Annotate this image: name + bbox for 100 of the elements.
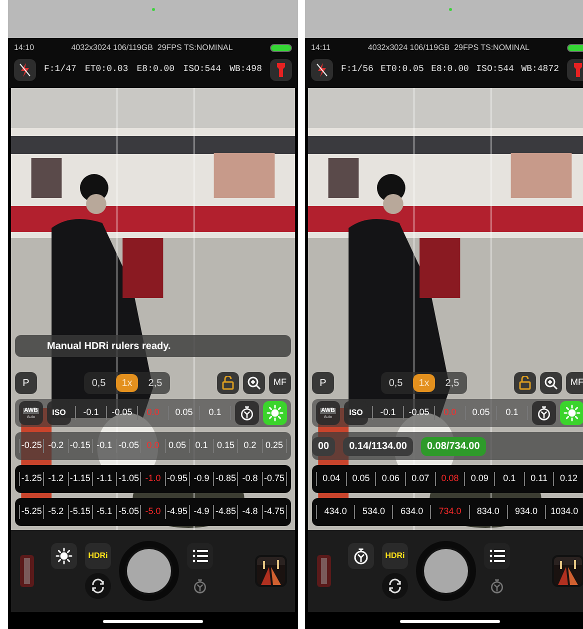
ruler-value[interactable]: -1.2 [43, 472, 68, 486]
stopwatch-icon [239, 405, 255, 421]
ruler-value[interactable]: -1.25 [19, 472, 44, 486]
flash-off-button[interactable] [14, 59, 36, 81]
ruler-value[interactable]: -4.8 [237, 505, 262, 519]
exposure-button[interactable] [263, 401, 287, 425]
mode-button[interactable]: P [312, 372, 334, 394]
value-chip[interactable]: 00 [312, 436, 336, 456]
ruler-value[interactable]: 0.1 [199, 406, 231, 420]
zoom-option[interactable]: 0,5 [86, 374, 112, 392]
ruler-value[interactable]: -0.1 [92, 439, 116, 453]
ruler-value[interactable]: 0.1 [494, 472, 524, 486]
ruler-value[interactable]: -4.95 [164, 505, 189, 519]
zoom-in-button[interactable] [243, 372, 265, 394]
ruler-value[interactable]: -0.2 [43, 439, 68, 453]
lock-button[interactable] [217, 372, 239, 394]
ruler-value[interactable]: 834.0 [468, 505, 507, 519]
ruler-value[interactable]: -4.75 [262, 505, 287, 519]
timer-button[interactable] [532, 401, 556, 425]
ruler-bar[interactable]: 00 0.14/1134.00 0.08/734.00 [312, 432, 583, 460]
ruler-value[interactable]: -5.05 [116, 505, 140, 519]
ruler-bar[interactable]: 434.0 534.0 634.0 734.0 834.0 934.0 1034.0 [312, 498, 583, 526]
zoom-in-button[interactable] [540, 372, 562, 394]
hdr-button[interactable]: HDRi [382, 543, 408, 569]
timer-button[interactable] [235, 401, 259, 425]
zoom-option[interactable]: 2,5 [439, 374, 466, 392]
ruler-value[interactable]: 0.04 [316, 472, 346, 486]
ruler-value[interactable]: 734.0 [430, 505, 469, 519]
ruler-value[interactable]: -5.25 [19, 505, 44, 519]
ruler-value[interactable]: 0.07 [405, 472, 435, 486]
ruler-bar[interactable]: -1.25 -1.2 -1.15 -1.1 -1.05 -1.0 -0.95 -0.9 -0.85 -0.8 -0.75 [15, 465, 291, 493]
ruler-value[interactable]: 1034.0 [544, 505, 583, 519]
ruler-value[interactable]: -0.85 [213, 472, 238, 486]
mode-button[interactable]: P [15, 372, 37, 394]
ruler-value[interactable]: 0.06 [375, 472, 406, 486]
film-roll-icon[interactable] [19, 554, 35, 588]
hdr-button[interactable]: HDRi [85, 543, 111, 569]
ruler-value[interactable]: -5.2 [43, 505, 68, 519]
focus-button[interactable]: MF [566, 372, 583, 394]
ruler-value[interactable]: 0.12 [553, 472, 583, 486]
ruler-value[interactable]: 0.1 [188, 439, 214, 453]
value-chip[interactable]: 0.14/1134.00 [343, 436, 413, 456]
ruler-value[interactable]: 0.15 [213, 439, 238, 453]
ruler-value[interactable]: -1.1 [92, 472, 116, 486]
tool-button[interactable] [51, 543, 77, 569]
ruler-value[interactable]: -4.9 [188, 505, 214, 519]
menu-button[interactable] [187, 543, 213, 569]
exposure-readout: ISO:544 [183, 63, 221, 76]
ruler-value[interactable]: -0.05 [403, 406, 434, 420]
torch-button[interactable] [567, 59, 583, 81]
iso-button[interactable]: ISO [344, 401, 368, 425]
ruler-value[interactable]: -1.05 [116, 472, 140, 486]
ruler-value[interactable]: 634.0 [392, 505, 430, 519]
ruler-bar[interactable]: -0.25 -0.2 -0.15 -0.1 -0.05 0.0 0.05 0.1 0.15 0.2 0.25 [15, 432, 291, 460]
ruler-value[interactable]: -0.15 [68, 439, 92, 453]
ruler-value[interactable]: -0.05 [116, 439, 140, 453]
iso-button[interactable]: ISO [47, 401, 71, 425]
focus-button[interactable]: MF [269, 372, 291, 394]
menu-button[interactable] [484, 543, 510, 569]
value-chip[interactable]: 0.08/734.00 [420, 436, 486, 456]
ruler-value[interactable]: -0.1 [372, 406, 403, 420]
exposure-readout: E8:0.00 [431, 63, 469, 76]
tool-button[interactable] [348, 543, 374, 569]
ruler-value[interactable]: -0.8 [237, 472, 262, 486]
torch-button[interactable] [270, 59, 292, 81]
exposure-button[interactable] [560, 401, 583, 425]
ruler-value[interactable]: 0.08 [434, 472, 464, 486]
ruler-bar[interactable]: -5.25 -5.2 -5.15 -5.1 -5.05 -5.0 -4.95 -4.9 -4.85 -4.8 -4.75 [15, 498, 291, 526]
zoom-option[interactable]: 2,5 [142, 374, 168, 392]
ruler-value[interactable]: 0.2 [237, 439, 262, 453]
ruler-value[interactable]: -0.75 [262, 472, 287, 486]
ruler-value[interactable]: 434.0 [316, 505, 354, 519]
ruler-value[interactable]: -0.25 [19, 439, 44, 453]
ruler-value[interactable]: 0.25 [262, 439, 287, 453]
ruler-value[interactable]: 934.0 [506, 505, 545, 519]
ruler-value[interactable]: -5.15 [68, 505, 92, 519]
ruler-value[interactable]: 0.05 [465, 406, 496, 420]
ruler-value[interactable]: -0.9 [188, 472, 214, 486]
ruler-value[interactable]: -5.0 [140, 505, 165, 519]
ruler-value[interactable]: 0.11 [524, 472, 554, 486]
ruler-value[interactable]: 0.05 [346, 472, 376, 486]
ruler-value[interactable]: -4.85 [213, 505, 238, 519]
ruler-value[interactable]: 534.0 [354, 505, 392, 519]
ruler-value[interactable]: 0.05 [168, 406, 199, 420]
ruler-value[interactable]: 0.09 [464, 472, 494, 486]
film-roll-icon[interactable] [316, 554, 332, 588]
flash-off-button[interactable] [311, 59, 333, 81]
ruler-value[interactable]: -0.95 [164, 472, 189, 486]
ruler-value[interactable]: -5.1 [92, 505, 116, 519]
switch-camera-button[interactable] [382, 573, 408, 599]
switch-camera-button[interactable] [85, 573, 111, 599]
ruler-value[interactable]: -1.15 [68, 472, 92, 486]
lock-button[interactable] [514, 372, 536, 394]
ruler-value[interactable]: -0.05 [106, 406, 137, 420]
ruler-value[interactable]: -0.1 [75, 406, 106, 420]
ruler-value[interactable]: 0.1 [496, 406, 528, 420]
ruler-bar[interactable]: 0.04 0.05 0.06 0.07 0.08 0.09 0.1 0.11 0.12 [312, 465, 583, 493]
ruler-value[interactable]: -1.0 [140, 472, 165, 486]
zoom-option[interactable]: 0,5 [382, 374, 409, 392]
ruler-value[interactable]: 0.05 [164, 439, 189, 453]
